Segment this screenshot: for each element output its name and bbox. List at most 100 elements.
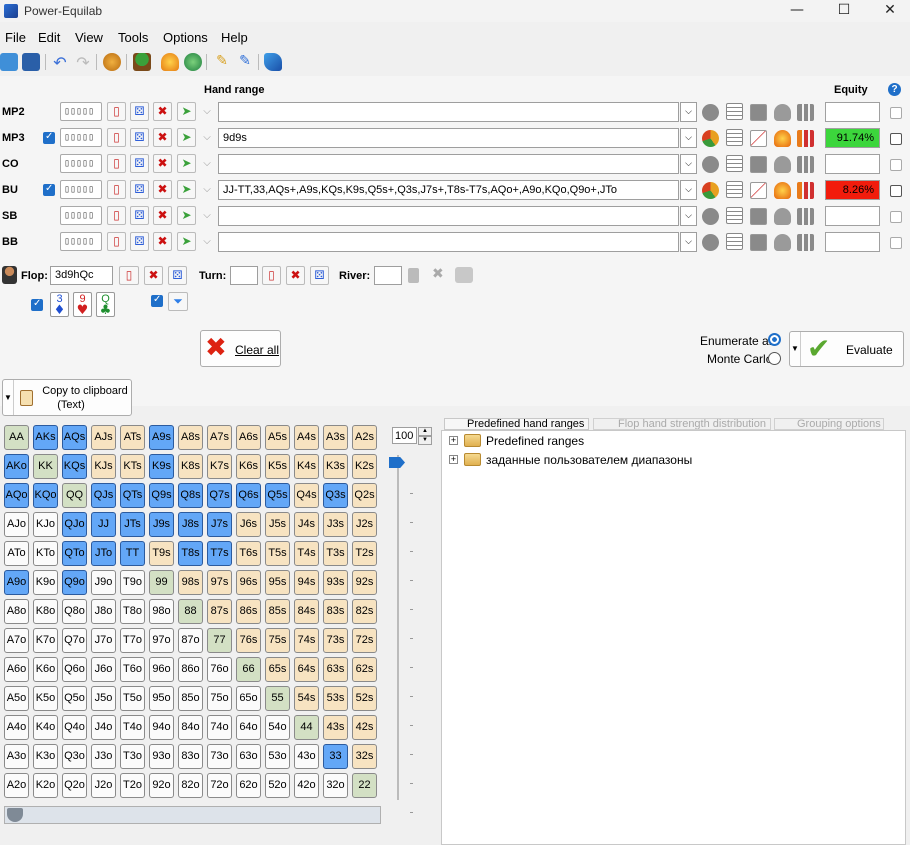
monte-carlo-radio[interactable] (768, 352, 781, 365)
hand-cell[interactable]: 94o (149, 715, 174, 740)
board-card[interactable]: Q ♣ (96, 292, 115, 317)
clear-range-button[interactable]: ✖ (153, 102, 172, 121)
hand-cell[interactable]: K2o (33, 773, 58, 798)
clear-range-button[interactable]: ✖ (153, 128, 172, 147)
hand-matrix-icon[interactable] (726, 207, 743, 224)
hand-cell[interactable]: ATs (120, 425, 145, 450)
player-lock-checkbox[interactable] (890, 211, 902, 223)
fire-icon[interactable] (774, 130, 791, 147)
hand-cell[interactable]: 62s (352, 657, 377, 682)
undo-icon[interactable]: ↶ (51, 53, 69, 72)
range-editor-button[interactable]: ▯▯▯▯▯ (60, 154, 102, 173)
hand-cell[interactable]: 77 (207, 628, 232, 653)
hand-matrix-icon[interactable] (726, 129, 743, 146)
hand-cell[interactable]: K8s (178, 454, 203, 479)
hand-cell[interactable]: 33 (323, 744, 348, 769)
hand-cell[interactable]: K8o (33, 599, 58, 624)
help-icon[interactable]: ? (888, 83, 901, 96)
bar-chart-icon[interactable] (797, 182, 814, 199)
tab-grouping-options[interactable]: Grouping options (774, 418, 884, 430)
hand-cell[interactable]: 95o (149, 686, 174, 711)
hand-cell[interactable]: 98s (178, 570, 203, 595)
enumerate-all-radio[interactable] (768, 333, 781, 346)
hand-cell[interactable]: Q6s (236, 483, 261, 508)
hand-cell[interactable]: J5s (265, 512, 290, 537)
hand-cell[interactable]: 95s (265, 570, 290, 595)
chip-icon[interactable] (103, 53, 121, 71)
hand-cell[interactable]: QTo (62, 541, 87, 566)
board-cards-checkbox[interactable] (31, 298, 43, 311)
line-chart-icon[interactable] (750, 104, 767, 121)
hand-cell[interactable]: 22 (352, 773, 377, 798)
hand-cell[interactable]: 93s (323, 570, 348, 595)
hand-cell[interactable]: KTs (120, 454, 145, 479)
player-lock-checkbox[interactable] (890, 107, 902, 119)
hand-cell[interactable]: T2s (352, 541, 377, 566)
maximize-button[interactable]: ☐ (821, 0, 867, 22)
evaluate-dropdown-icon[interactable]: ▼ (790, 332, 801, 366)
redo-icon[interactable]: ↷ (74, 53, 92, 72)
hand-cell[interactable]: AA (4, 425, 29, 450)
hand-cell[interactable]: 99 (149, 570, 174, 595)
hand-cell[interactable]: AJo (4, 512, 29, 537)
hand-cell[interactable]: J4o (91, 715, 116, 740)
spin-up-button[interactable]: ▲ (418, 427, 432, 436)
hand-cell[interactable]: Q6o (62, 657, 87, 682)
menu-help[interactable]: Help (221, 30, 248, 45)
hand-cell[interactable]: J9s (149, 512, 174, 537)
slider-thumb[interactable] (389, 457, 405, 468)
pie-chart-icon[interactable] (702, 234, 719, 251)
hand-cell[interactable]: 75s (265, 628, 290, 653)
hand-cell[interactable]: 73o (207, 744, 232, 769)
hand-cell[interactable]: 93o (149, 744, 174, 769)
hand-cell[interactable]: 87s (207, 599, 232, 624)
hand-cell[interactable]: 65o (236, 686, 261, 711)
hand-cell[interactable]: 86s (236, 599, 261, 624)
hand-cell[interactable]: K9o (33, 570, 58, 595)
range-dropdown-button[interactable]: ⌵ (680, 128, 697, 148)
random-hand-button[interactable]: ⚄ (130, 180, 149, 199)
hand-cell[interactable]: 64s (294, 657, 319, 682)
filter-icon[interactable]: ⏷ (168, 292, 188, 311)
tree-expand-icon[interactable]: + (449, 436, 458, 445)
range-dropdown-button[interactable]: ⌵ (680, 102, 697, 122)
hand-cell[interactable]: 32o (323, 773, 348, 798)
hand-cell[interactable]: 83s (323, 599, 348, 624)
save-icon[interactable] (22, 53, 40, 71)
hand-cell[interactable]: J2s (352, 512, 377, 537)
percentage-input[interactable]: 100 (392, 427, 417, 444)
bar-chart-icon[interactable] (797, 156, 814, 173)
apply-range-button[interactable]: ➤ (177, 232, 196, 251)
flop-random-button[interactable]: ⚄ (168, 266, 187, 285)
hand-cell[interactable]: K3o (33, 744, 58, 769)
player-lock-checkbox[interactable] (890, 133, 902, 145)
hand-cell[interactable]: Q4s (294, 483, 319, 508)
card-picker-button[interactable]: ▯ (107, 232, 126, 251)
fire-icon[interactable] (161, 53, 179, 71)
hand-cell[interactable]: 42o (294, 773, 319, 798)
hand-cell[interactable]: Q2s (352, 483, 377, 508)
hand-cell[interactable]: AQo (4, 483, 29, 508)
hand-cell[interactable]: A7o (4, 628, 29, 653)
hand-cell[interactable]: K2s (352, 454, 377, 479)
minimize-button[interactable]: — (774, 0, 820, 22)
clear-range-button[interactable]: ✖ (153, 206, 172, 225)
hand-cell[interactable]: J9o (91, 570, 116, 595)
random-hand-button[interactable]: ⚄ (130, 232, 149, 251)
hand-cell[interactable]: Q3o (62, 744, 87, 769)
hand-cell[interactable]: T4s (294, 541, 319, 566)
hand-cell[interactable]: A5s (265, 425, 290, 450)
river-clear-button[interactable]: ✖ (432, 266, 444, 282)
hand-cell[interactable]: ATo (4, 541, 29, 566)
hand-cell[interactable]: A8o (4, 599, 29, 624)
menu-options[interactable]: Options (163, 30, 208, 45)
player-lock-checkbox[interactable] (890, 185, 902, 197)
menu-edit[interactable]: Edit (38, 30, 60, 45)
hand-cell[interactable]: 52s (352, 686, 377, 711)
board-card[interactable]: 3 ♦ (50, 292, 69, 317)
hand-cell[interactable]: 75o (207, 686, 232, 711)
hand-cell[interactable]: J3o (91, 744, 116, 769)
hand-cell[interactable]: A3s (323, 425, 348, 450)
card-picker-button[interactable]: ▯ (107, 128, 126, 147)
tree-expand-icon[interactable]: + (449, 455, 458, 464)
